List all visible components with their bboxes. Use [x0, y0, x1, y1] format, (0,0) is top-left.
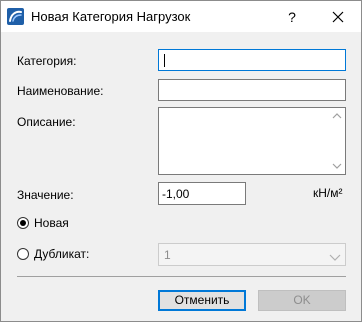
new-radio[interactable]	[17, 217, 29, 229]
close-button[interactable]	[323, 5, 353, 29]
chevron-down-icon	[329, 162, 345, 176]
title-bar[interactable]: Новая Категория Нагрузок ?	[1, 1, 361, 32]
duplicate-select-value: 1	[164, 248, 171, 262]
close-icon	[332, 11, 344, 26]
scroll-up-button[interactable]	[329, 109, 345, 123]
duplicate-radio-label[interactable]: Дубликат:	[34, 247, 89, 261]
name-input[interactable]	[158, 79, 346, 101]
description-textarea[interactable]	[158, 107, 346, 175]
cancel-button[interactable]: Отменить	[158, 290, 246, 311]
text-caret	[164, 54, 165, 67]
dialog-body: Категория: Наименование: Описание: Значе…	[1, 32, 361, 321]
separator-line	[17, 276, 346, 277]
value-input[interactable]	[158, 182, 246, 205]
value-unit: кН/м²	[313, 186, 343, 200]
name-label: Наименование:	[17, 84, 104, 98]
window-title: Новая Категория Нагрузок	[31, 9, 191, 24]
ok-button[interactable]: OK	[258, 290, 346, 311]
app-icon	[7, 8, 24, 25]
load-category-dialog: Новая Категория Нагрузок ? Категория: На…	[0, 0, 362, 322]
category-label: Категория:	[17, 54, 77, 68]
description-scrollbar[interactable]	[329, 108, 345, 174]
category-input[interactable]	[158, 49, 346, 71]
scroll-down-button[interactable]	[329, 159, 345, 173]
help-button[interactable]: ?	[277, 5, 307, 29]
new-radio-label[interactable]: Новая	[34, 216, 69, 230]
value-label: Значение:	[17, 188, 74, 202]
chevron-up-icon	[329, 112, 345, 126]
duplicate-select: 1	[158, 243, 346, 266]
duplicate-radio[interactable]	[17, 248, 29, 260]
description-label: Описание:	[17, 115, 76, 129]
dropdown-chevron-icon	[329, 251, 341, 261]
